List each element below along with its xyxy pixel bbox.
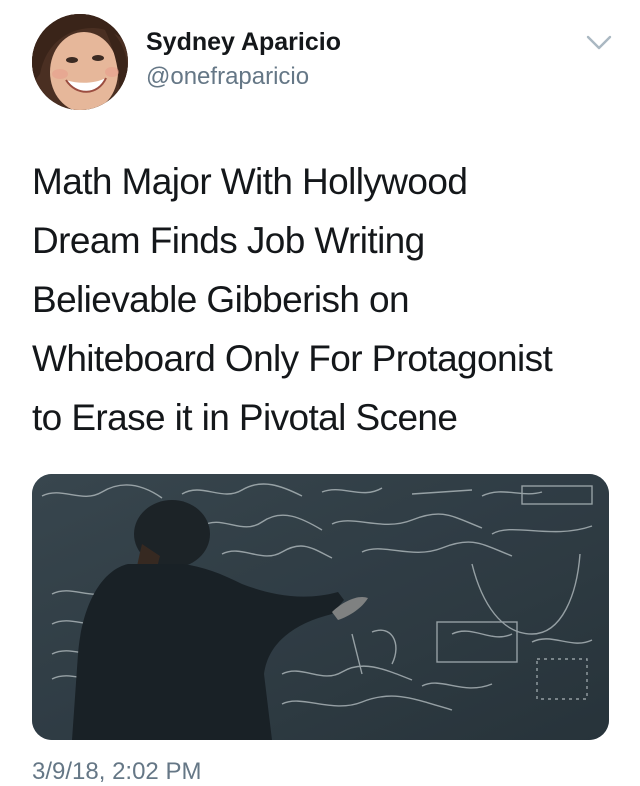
avatar-photo [32,14,128,110]
display-name[interactable]: Sydney Aparicio [146,28,341,57]
tweet-text-line: Math Major With Hollywood [32,161,468,202]
chevron-down-icon[interactable] [586,34,612,52]
tweet-text: Math Major With Hollywood Dream Finds Jo… [32,152,617,447]
tweet-text-line: Believable Gibberish on [32,279,410,320]
tweet-text-line: Dream Finds Job Writing [32,220,425,261]
timestamp[interactable]: 3/9/18, 2:02 PM [32,758,201,786]
whiteboard-photo [32,474,609,740]
tweet-text-line: to Erase it in Pivotal Scene [32,397,458,438]
avatar[interactable] [32,14,128,110]
tweet-text-line: Whiteboard Only For Protagonist [32,338,553,379]
tweet-media-image[interactable] [32,474,609,740]
user-handle[interactable]: @onefraparicio [146,63,309,91]
tweet: Sydney Aparicio @onefraparicio Math Majo… [0,0,640,785]
